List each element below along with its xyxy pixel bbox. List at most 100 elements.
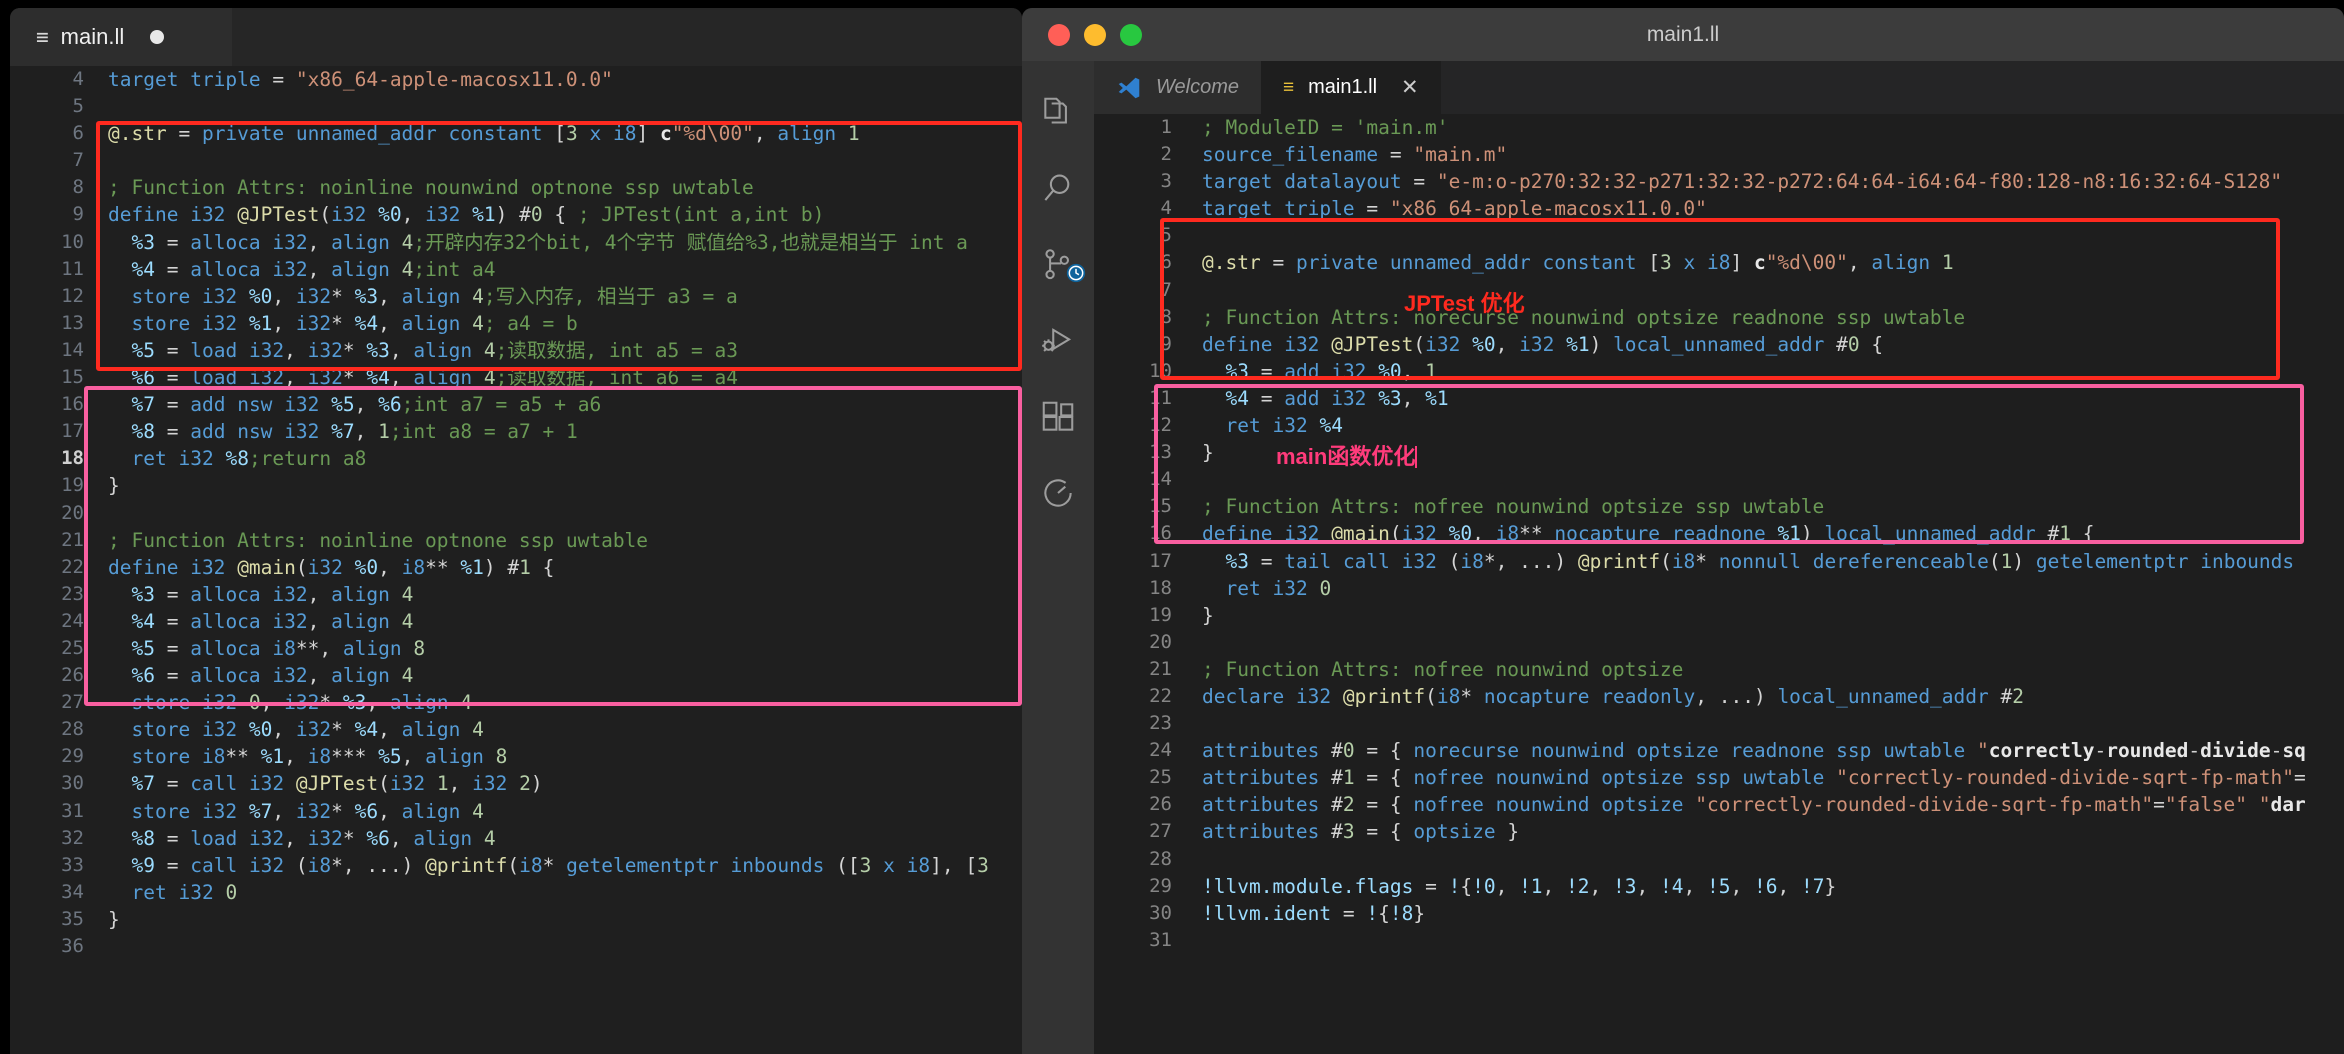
code-line[interactable]: 21 ; Function Attrs: noinline optnone ssp… [10,527,1022,554]
code-line[interactable]: 6 @.str = private unnamed_addr constant [… [10,120,1022,147]
code-line[interactable]: 16 define i32 @main(i32 %0, i8** nocaptur… [1094,520,2344,547]
code-line[interactable]: 22 declare i32 @printf(i8* nocapture read… [1094,683,2344,710]
code-line[interactable]: 25 %5 = alloca i8**, align 8 [10,635,1022,662]
tab-main1-ll[interactable]: ≡ main1.ll ✕ [1261,61,1441,114]
code-line[interactable]: 15 %6 = load i32, i32* %4, align 4;读取数据,… [10,364,1022,391]
code-line[interactable]: 26 %6 = alloca i32, align 4 [10,662,1022,689]
code-line[interactable]: 31 store i32 %7, i32* %6, align 4 [10,798,1022,825]
editor-tab-bar[interactable]: Welcome ≡ main1.ll ✕ [1094,61,2344,114]
line-number: 30 [61,772,84,795]
code-line[interactable]: 6 @.str = private unnamed_addr constant [… [1094,249,2344,276]
code-line[interactable]: 4 target triple = "x86_64-apple-macosx11.… [1094,195,2344,222]
code-line[interactable]: 27 store i32 0, i32* %3, align 4 [10,689,1022,716]
code-text: attributes #2 = { nofree nounwind optsiz… [1202,793,2306,817]
code-text: attributes #0 = { norecurse nounwind opt… [1202,739,2306,763]
extensions-icon[interactable] [1022,379,1094,455]
code-line[interactable]: 17 %8 = add nsw i32 %7, 1;int a8 = a7 + … [10,418,1022,445]
code-line[interactable]: 20 [10,500,1022,527]
code-line[interactable]: 28 [1094,846,2344,873]
code-line[interactable]: 29 store i8** %1, i8*** %5, align 8 [10,743,1022,770]
code-line[interactable]: 7 [10,147,1022,174]
line-number: 3 [1160,170,1172,193]
code-line[interactable]: 2 source_filename = "main.m" [1094,141,2344,168]
code-line[interactable]: 30 !llvm.ident = !{!8} [1094,900,2344,927]
explorer-icon[interactable] [1022,75,1094,151]
code-line[interactable]: 19} [10,472,1022,499]
code-line[interactable]: 24 attributes #0 = { norecurse nounwind o… [1094,737,2344,764]
code-line[interactable]: 32 %8 = load i32, i32* %6, align 4 [10,825,1022,852]
code-line[interactable]: 23 [1094,710,2344,737]
left-code-area[interactable]: 4 target triple = "x86_64-apple-macosx11.… [10,66,1022,1054]
code-line[interactable]: 19} [1094,602,2344,629]
code-line[interactable]: 35} [10,906,1022,933]
code-line[interactable]: 24 %4 = alloca i32, align 4 [10,608,1022,635]
code-line[interactable]: 28 store i32 %0, i32* %4, align 4 [10,716,1022,743]
code-line[interactable]: 20 [1094,629,2344,656]
code-line[interactable]: 17 %3 = tail call i32 (i8*, ...) @printf… [1094,548,2344,575]
code-line[interactable]: 8 ; Function Attrs: noinline nounwind opt… [10,174,1022,201]
code-line[interactable]: 10 %3 = add i32 %0, 1 [1094,358,2344,385]
code-line[interactable]: 21 ; Function Attrs: nofree nounwind opts… [1094,656,2344,683]
code-line[interactable]: 30 %7 = call i32 @JPTest(i32 1, i32 2) [10,770,1022,797]
search-icon[interactable] [1022,151,1094,227]
code-text: define i32 @main(i32 %0, i8** nocapture … [1202,522,2095,546]
code-text: %8 = add nsw i32 %7, 1;int a8 = a7 + 1 [131,420,578,444]
code-line[interactable]: 9 define i32 @JPTest(i32 %0, i32 %1) #0 {… [10,201,1022,228]
code-line[interactable]: 15 ; Function Attrs: nofree nounwind opts… [1094,493,2344,520]
tab-welcome[interactable]: Welcome [1094,61,1261,114]
code-line[interactable]: 5 [10,93,1022,120]
code-line[interactable]: 36 [10,933,1022,960]
code-line[interactable]: 12 ret i32 %4 [1094,412,2344,439]
code-line[interactable]: 13 store i32 %1, i32* %4, align 4; a4 = … [10,310,1022,337]
line-number: 14 [61,338,84,361]
code-line[interactable]: 22 define i32 @main(i32 %0, i8** %1) #1 { [10,554,1022,581]
code-line[interactable]: 16 %7 = add nsw i32 %5, %6;int a7 = a5 +… [10,391,1022,418]
close-icon[interactable]: ✕ [1401,75,1419,100]
code-text: ret i32 0 [131,880,238,904]
code-line[interactable]: 1 ; ModuleID = 'main.m' [1094,114,2344,141]
code-line[interactable]: 26 attributes #2 = { nofree nounwind opts… [1094,791,2344,818]
line-number: 15 [1149,495,1172,518]
line-number: 12 [61,284,84,307]
code-line[interactable]: 12 store i32 %0, i32* %3, align 4;写入内存, … [10,283,1022,310]
code-line[interactable]: 9 define i32 @JPTest(i32 %0, i32 %1) loca… [1094,331,2344,358]
code-line[interactable]: 7 [1094,277,2344,304]
line-number: 8 [72,176,84,199]
code-line[interactable]: 18 ret i32 %8;return a8 [10,445,1022,472]
code-line[interactable]: 31 [1094,927,2344,954]
line-number: 17 [1149,549,1172,572]
code-text: !llvm.module.flags = !{!0, !1, !2, !3, !… [1202,874,1837,898]
code-text: %9 = call i32 (i8*, ...) @printf(i8* get… [131,853,989,877]
code-line[interactable]: 25 attributes #1 = { nofree nounwind opts… [1094,764,2344,791]
activity-bar[interactable] [1022,61,1094,1054]
code-line[interactable]: 10 %3 = alloca i32, align 4;开辟内存32个bit, … [10,229,1022,256]
line-number: 35 [61,907,84,930]
code-line[interactable]: 27 attributes #3 = { optsize } [1094,818,2344,845]
code-line[interactable]: 18 ret i32 0 [1094,575,2344,602]
list-icon: ≡ [36,24,49,49]
source-control-icon[interactable] [1022,227,1094,303]
line-number: 13 [1149,441,1172,464]
run-debug-icon[interactable] [1022,303,1094,379]
timeline-icon[interactable] [1022,455,1094,531]
code-line[interactable]: 8 ; Function Attrs: norecurse nounwind op… [1094,304,2344,331]
left-editor-tab[interactable]: ≡ main.ll [10,8,232,66]
line-number: 21 [61,528,84,551]
line-number: 18 [1149,576,1172,599]
code-line[interactable]: 4 target triple = "x86_64-apple-macosx11.… [10,66,1022,93]
code-text: ret i32 %8;return a8 [131,447,367,471]
code-line[interactable]: 29 !llvm.module.flags = !{!0, !1, !2, !3,… [1094,873,2344,900]
vscode-code-area[interactable]: 1 ; ModuleID = 'main.m' 2 source_filename =… [1094,114,2344,1054]
code-text: define i32 @JPTest(i32 %0, i32 %1) #0 { … [108,203,825,227]
code-text: } [108,474,120,498]
code-line[interactable]: 5 [1094,222,2344,249]
line-number: 6 [1160,251,1172,274]
unsaved-dot-icon[interactable] [150,30,165,44]
code-line[interactable]: 11 %4 = alloca i32, align 4;int a4 [10,256,1022,283]
code-line[interactable]: 33 %9 = call i32 (i8*, ...) @printf(i8* … [10,852,1022,879]
code-line[interactable]: 34 ret i32 0 [10,879,1022,906]
code-line[interactable]: 14 %5 = load i32, i32* %3, align 4;读取数据,… [10,337,1022,364]
code-line[interactable]: 23 %3 = alloca i32, align 4 [10,581,1022,608]
code-line[interactable]: 11 %4 = add i32 %3, %1 [1094,385,2344,412]
code-line[interactable]: 3 target datalayout = "e-m:o-p270:32:32-p… [1094,168,2344,195]
